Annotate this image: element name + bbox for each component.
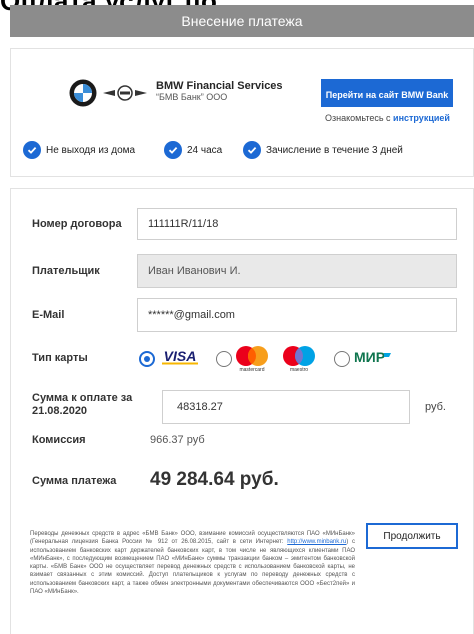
feature-from-home: Не выходя из дома: [23, 141, 135, 159]
legal-disclaimer: Переводы денежных средств в адрес «БМВ Б…: [30, 530, 355, 596]
total-label: Сумма платежа: [32, 475, 117, 487]
email-input[interactable]: ******@gmail.com: [137, 298, 457, 332]
legal-text-after: ) с использованием банковских карт держа…: [30, 539, 356, 596]
mastercard-logo-icon: mastercard: [236, 346, 268, 373]
payer-input[interactable]: Иван Иванович И.: [137, 254, 457, 288]
payer-label: Плательщик: [32, 265, 100, 277]
check-circle-icon: [23, 141, 41, 159]
card-type-visa-radio[interactable]: [139, 351, 155, 367]
minbank-link[interactable]: http://www.minbank.ru: [287, 539, 346, 545]
partner-name: BMW Financial Services: [156, 80, 283, 92]
contract-label: Номер договора: [32, 218, 122, 230]
check-circle-icon: [164, 141, 182, 159]
partner-logos: [69, 79, 149, 107]
mastercard-logo-text: mastercard: [239, 367, 264, 373]
mir-logo-text: МИР: [354, 349, 385, 365]
card-type-mastercard-radio[interactable]: [216, 351, 232, 367]
visa-logo-text: VISA: [164, 348, 197, 364]
feature-3-days: Зачисление в течение 3 дней: [243, 141, 403, 159]
continue-button[interactable]: Продолжить: [366, 523, 458, 549]
maestro-logo-text: maestro: [290, 367, 308, 373]
maestro-logo-icon: maestro: [283, 346, 315, 373]
mir-logo-icon: МИР: [354, 349, 391, 365]
total-value: 49 284.64 руб.: [150, 469, 279, 490]
bmw-logo-icon: [69, 79, 97, 107]
instruction-prefix: Ознакомьтесь с: [325, 113, 394, 123]
commission-value: 966.37 руб: [150, 434, 205, 446]
amount-input[interactable]: 48318.27: [162, 390, 410, 424]
contract-number-input[interactable]: 111111R/11/18: [137, 208, 457, 240]
feature-24h: 24 часа: [164, 141, 222, 159]
page-header: Внесение платежа: [10, 5, 474, 37]
card-type-mir-radio[interactable]: [334, 351, 350, 367]
feature-label: Не выходя из дома: [46, 144, 136, 156]
partner-card: BMW Financial Services “БМВ Банк” ООО Пе…: [10, 48, 474, 177]
feature-label: Зачисление в течение 3 дней: [266, 144, 403, 156]
commission-label: Комиссия: [32, 434, 86, 446]
email-label: E-Mail: [32, 309, 65, 321]
visa-logo-icon: VISA: [160, 347, 200, 365]
partner-info: BMW Financial Services “БМВ Банк” ООО: [156, 81, 283, 103]
card-type-label: Тип карты: [32, 352, 88, 364]
goto-bank-site-button[interactable]: Перейти на сайт BMW Bank: [321, 79, 453, 107]
check-circle-icon: [243, 141, 261, 159]
instruction-link[interactable]: инструкцией: [393, 113, 450, 123]
amount-currency: руб.: [425, 401, 446, 413]
feature-label: 24 часа: [187, 144, 223, 156]
mini-logo-icon: [103, 85, 147, 101]
amount-label: Сумма к оплате за 21.08.2020: [32, 392, 133, 417]
instruction-text: Ознакомьтесь с инструкцией: [325, 113, 450, 123]
partner-subtitle: “БМВ Банк” ООО: [156, 92, 228, 102]
